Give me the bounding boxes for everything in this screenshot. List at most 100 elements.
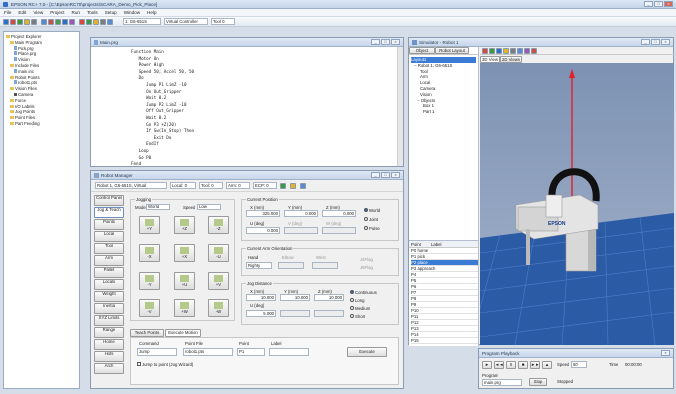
- controller-select[interactable]: Virtual Controller: [164, 18, 208, 25]
- jog-minus-w-button[interactable]: -W: [208, 299, 229, 317]
- editor-close-button[interactable]: ×: [391, 39, 400, 45]
- execute-button[interactable]: Execute: [347, 347, 387, 357]
- menu-tools[interactable]: Tools: [87, 10, 98, 15]
- menu-window[interactable]: Window: [124, 10, 140, 15]
- menu-view[interactable]: View: [33, 10, 43, 15]
- tab-object[interactable]: Object: [409, 47, 435, 54]
- tool-dropdown[interactable]: Tool: 0: [199, 182, 223, 189]
- jog-minus-x-button[interactable]: -X: [139, 244, 160, 262]
- power-icon[interactable]: [290, 182, 296, 189]
- menu-setup[interactable]: Setup: [105, 10, 117, 15]
- view-zoom-icon[interactable]: [503, 47, 509, 54]
- rm-maximize-button[interactable]: □: [381, 172, 390, 178]
- sidebar-item-range[interactable]: Range: [94, 327, 124, 338]
- play-button[interactable]: ►: [482, 361, 492, 369]
- toolbar-button-icon[interactable]: [10, 18, 16, 25]
- rm-close-button[interactable]: ×: [391, 172, 400, 178]
- pause-button[interactable]: II: [506, 361, 516, 369]
- tab-execute-motion[interactable]: Execute Motion: [165, 329, 201, 337]
- jog-plus-y-button[interactable]: +Y: [139, 216, 160, 234]
- maximize-button[interactable]: □: [654, 1, 663, 7]
- world-radio[interactable]: World: [364, 208, 380, 213]
- toolbar-button-icon[interactable]: [55, 18, 61, 25]
- toolbar-button-icon[interactable]: [48, 18, 54, 25]
- continuous-radio[interactable]: Continuous: [350, 290, 377, 295]
- menu-run[interactable]: Run: [72, 10, 80, 15]
- tab-2d-views[interactable]: 2D Views: [500, 56, 522, 63]
- toolbar-button-icon[interactable]: [31, 18, 37, 25]
- sidebar-item-weight[interactable]: Weight: [94, 291, 124, 302]
- jog-minus-v-button[interactable]: -V: [139, 299, 160, 317]
- command-select[interactable]: Jump: [137, 348, 177, 356]
- toolbar-button-icon[interactable]: [86, 18, 92, 25]
- view-pan-icon[interactable]: [496, 47, 502, 54]
- robot-dropdown[interactable]: Robot 1, G6-651S, Virtual: [95, 182, 167, 189]
- rewind-button[interactable]: ◄◄: [494, 361, 504, 369]
- jog-plus-z-button[interactable]: +Z: [174, 216, 195, 234]
- jog-minus-u-button[interactable]: -U: [208, 244, 229, 262]
- eject-button[interactable]: ▲: [542, 361, 552, 369]
- tree-item[interactable]: Part Feeding: [6, 121, 77, 127]
- playback-status-button[interactable]: Stop: [529, 378, 547, 386]
- sim-close-button[interactable]: ×: [661, 39, 670, 45]
- toolbar-button-icon[interactable]: [93, 18, 99, 25]
- robot-select[interactable]: 1: G6-651S: [123, 18, 161, 25]
- editor-minimize-button[interactable]: _: [371, 39, 380, 45]
- toolbar-button-icon[interactable]: [79, 18, 85, 25]
- jog-plus-x-button[interactable]: +X: [174, 244, 195, 262]
- toolbar-button-icon[interactable]: [17, 18, 23, 25]
- toolbar-button-icon[interactable]: [62, 18, 68, 25]
- pulse-radio[interactable]: Pulse: [364, 226, 380, 231]
- tree-item-part[interactable]: Part 1: [411, 109, 476, 115]
- toolbar-button-icon[interactable]: [100, 18, 106, 25]
- label-input[interactable]: [269, 348, 309, 356]
- tab-robot-layout[interactable]: Robot Layout: [435, 47, 469, 54]
- dist-u-value[interactable]: 5.000: [246, 310, 276, 317]
- sidebar-item-inertia[interactable]: Inertia: [94, 303, 124, 314]
- playback-close-button[interactable]: ×: [661, 350, 670, 356]
- short-radio[interactable]: Short: [350, 314, 365, 319]
- 3d-viewport[interactable]: EPSON: [480, 63, 674, 345]
- toolbar-button-icon[interactable]: [24, 18, 30, 25]
- jog-minus-y-button[interactable]: -Y: [139, 272, 160, 290]
- point-select[interactable]: P1: [237, 348, 265, 356]
- jog-minus-z-button[interactable]: -Z: [208, 216, 229, 234]
- playback-speed-value[interactable]: 50: [571, 361, 587, 368]
- code-area[interactable]: Function Main Motor On Power High Speed …: [91, 47, 397, 166]
- local-dropdown[interactable]: Local: 0: [170, 182, 196, 189]
- sidebar-item-local[interactable]: Local: [94, 231, 124, 242]
- jog-plus-w-button[interactable]: +W: [174, 299, 195, 317]
- menu-help[interactable]: Help: [147, 10, 156, 15]
- arm-dropdown[interactable]: Arm: 0: [226, 182, 250, 189]
- view-iso-icon[interactable]: [531, 47, 537, 54]
- sidebar-item-tool[interactable]: Tool: [94, 243, 124, 254]
- sidebar-item-jog-teach[interactable]: Jog & Teach: [94, 207, 124, 218]
- playback-program-value[interactable]: main.prg: [482, 379, 522, 386]
- mode-select[interactable]: World: [146, 204, 170, 210]
- medium-radio[interactable]: Medium: [350, 306, 370, 311]
- jog-plus-u-button[interactable]: +U: [174, 272, 195, 290]
- sidebar-item-locals[interactable]: Locals: [94, 279, 124, 290]
- motor-on-icon[interactable]: [280, 182, 286, 189]
- sidebar-item-arch[interactable]: Arch: [94, 363, 124, 374]
- rm-minimize-button[interactable]: _: [371, 172, 380, 178]
- dist-z-value[interactable]: 10.000: [314, 294, 344, 301]
- view-top-icon[interactable]: [510, 47, 516, 54]
- stop-button[interactable]: ■: [518, 361, 528, 369]
- sidebar-item-home[interactable]: Home: [94, 339, 124, 350]
- minimize-button[interactable]: _: [644, 1, 653, 7]
- ecp-dropdown[interactable]: ECP: 0: [253, 182, 277, 189]
- sim-maximize-button[interactable]: □: [651, 39, 660, 45]
- joint-radio[interactable]: Joint: [364, 217, 378, 222]
- toolbar-button-icon[interactable]: [41, 18, 47, 25]
- fast-forward-button[interactable]: ►►: [530, 361, 540, 369]
- menu-file[interactable]: File: [4, 10, 11, 15]
- sidebar-item-points[interactable]: Points: [94, 219, 124, 230]
- toolbar-button-icon[interactable]: [107, 18, 113, 25]
- view-fit-icon[interactable]: [482, 47, 488, 54]
- view-side-icon[interactable]: [524, 47, 530, 54]
- view-rotate-icon[interactable]: [489, 47, 495, 54]
- dist-x-value[interactable]: 10.000: [246, 294, 276, 301]
- jog-plus-v-button[interactable]: +V: [208, 272, 229, 290]
- toolbar-button-icon[interactable]: [69, 18, 75, 25]
